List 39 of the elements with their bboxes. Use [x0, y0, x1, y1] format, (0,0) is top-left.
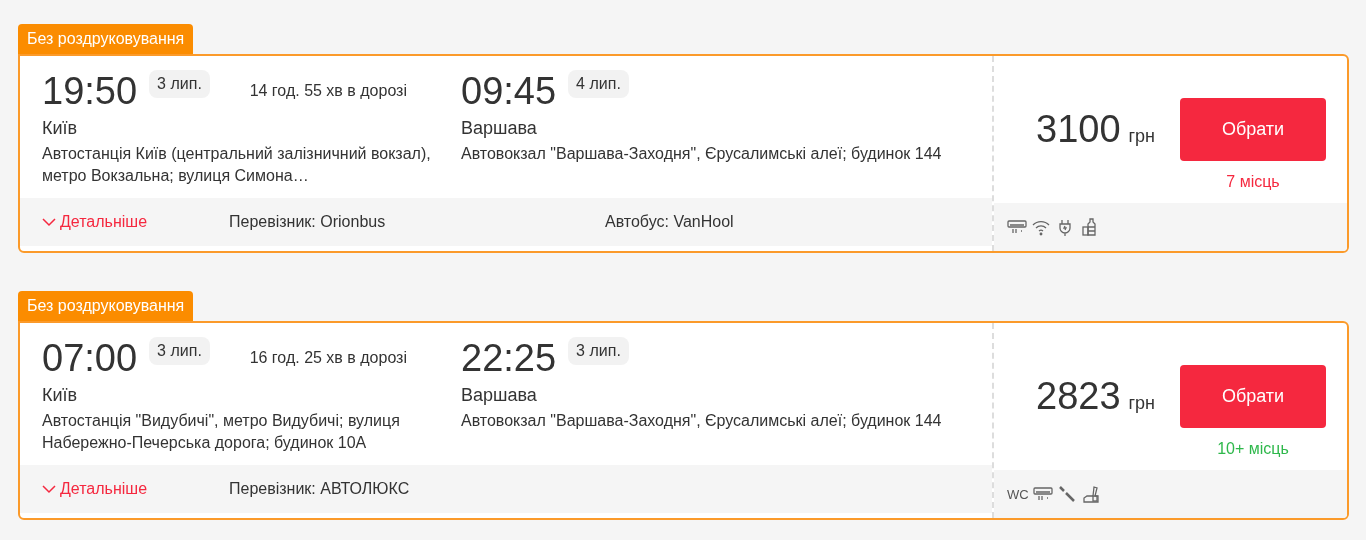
date-chip: 3 лип.	[149, 337, 210, 365]
city: Варшава	[461, 385, 538, 406]
seat-icon	[1080, 484, 1101, 504]
select-button[interactable]: Обрати	[1180, 98, 1326, 161]
price: 2823	[1036, 375, 1121, 418]
details-link[interactable]: Детальніше	[42, 480, 229, 498]
time: 22:25	[461, 336, 557, 381]
date-chip: 4 лип.	[568, 70, 629, 98]
price: 3100	[1036, 108, 1121, 151]
city: Київ	[42, 385, 79, 406]
date-chip: 3 лип.	[568, 337, 629, 365]
station-address: Автостанція "Видубичі", метро Видубичі; вулиця Набережно-Печерська дорога; будинок 10А	[42, 411, 401, 453]
chevron-down-icon	[42, 217, 56, 227]
cable-icon	[1056, 484, 1077, 504]
seats-left: 10+ місць	[1217, 440, 1289, 458]
currency: грн	[1128, 393, 1156, 414]
date-chip: 3 лип.	[149, 70, 210, 98]
time: 09:45	[461, 69, 557, 114]
station-address: Автовокзал "Варшава-Заходня", Єрусалимські алеї; будинок 144	[461, 144, 943, 164]
ticket-tag: Без роздруковування	[18, 291, 194, 321]
city: Київ	[42, 118, 79, 139]
seats-left: 7 місць	[1226, 173, 1280, 191]
duration: 16 год. 25 хв в дорозі	[249, 349, 407, 367]
carrier: Перевізник: АВТОЛЮКС	[229, 480, 411, 498]
currency: грн	[1128, 126, 1156, 147]
duration: 14 год. 55 хв в дорозі	[249, 82, 407, 100]
chevron-down-icon	[42, 484, 56, 494]
station-address: Автовокзал "Варшава-Заходня", Єрусалимські алеї; будинок 144	[461, 411, 943, 431]
city: Варшава	[461, 118, 538, 139]
select-button[interactable]: Обрати	[1180, 365, 1326, 428]
bus-model: Автобус: VanHool	[605, 213, 734, 231]
bottle-icon	[1079, 217, 1099, 237]
time: 19:50	[42, 69, 138, 114]
details-link[interactable]: Детальніше	[42, 213, 229, 231]
carrier: Перевізник: Orionbus	[229, 213, 387, 231]
station-address: Автостанція Київ (центральний залізничний вокзал), метро Вокзальна; вулиця Симона…	[42, 144, 432, 186]
ticket-tag: Без роздруковування	[18, 24, 194, 54]
toilet-label: WC	[1007, 486, 1029, 502]
time: 07:00	[42, 336, 138, 381]
